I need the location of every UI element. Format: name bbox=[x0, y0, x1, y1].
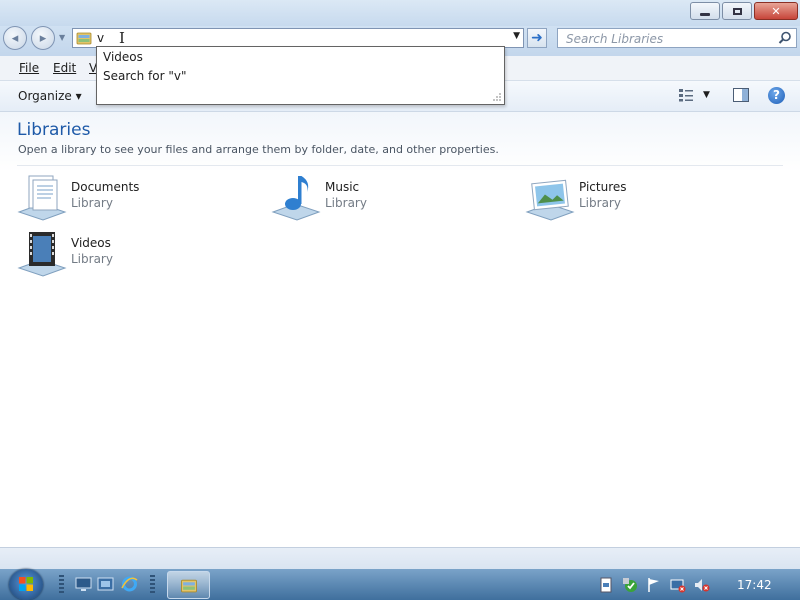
page-description: Open a library to see your files and arr… bbox=[18, 143, 499, 156]
action-center-flag-icon[interactable] bbox=[646, 577, 662, 593]
menu-file[interactable]: File bbox=[19, 61, 39, 75]
address-bar[interactable]: v I ▼ bbox=[72, 28, 524, 48]
go-button[interactable]: ➜ bbox=[527, 28, 547, 48]
taskbar-clock[interactable]: 17:42 bbox=[737, 578, 772, 592]
search-box[interactable]: Search Libraries bbox=[557, 28, 797, 48]
pictures-library-icon bbox=[525, 179, 575, 221]
view-options-dropdown-icon[interactable]: ▼ bbox=[703, 90, 710, 100]
menu-edit-label: Edit bbox=[53, 61, 77, 75]
change-view-icon[interactable] bbox=[678, 88, 694, 102]
library-name: Music bbox=[325, 180, 360, 194]
menu-edit[interactable]: Edit bbox=[53, 61, 76, 75]
switch-windows-icon[interactable] bbox=[97, 576, 114, 592]
title-bar bbox=[0, 0, 800, 26]
window-controls: ✕ bbox=[690, 2, 798, 20]
text-cursor-icon: I bbox=[119, 29, 125, 47]
libraries-folder-icon bbox=[181, 579, 197, 593]
library-type: Library bbox=[71, 252, 113, 266]
close-icon: ✕ bbox=[771, 4, 781, 18]
library-music[interactable]: Music Library bbox=[271, 174, 431, 224]
back-arrow-icon: ◂ bbox=[11, 30, 19, 46]
show-desktop-icon[interactable] bbox=[75, 576, 92, 592]
help-icon[interactable]: ? bbox=[768, 87, 785, 104]
minimize-button[interactable] bbox=[690, 2, 720, 20]
address-dropdown-icon[interactable]: ▼ bbox=[513, 31, 520, 41]
arrow-right-icon: ➜ bbox=[531, 30, 543, 46]
toolbar-grip[interactable] bbox=[150, 575, 155, 594]
minimize-icon bbox=[700, 12, 710, 16]
menu-file-label: File bbox=[19, 61, 40, 75]
windows-logo-icon bbox=[19, 577, 33, 591]
taskbar-windows-explorer-button[interactable] bbox=[167, 571, 210, 599]
network-disconnected-icon[interactable] bbox=[670, 577, 686, 593]
library-documents[interactable]: Documents Library bbox=[17, 174, 177, 224]
forward-button[interactable]: ▸ bbox=[31, 26, 55, 50]
forward-arrow-icon: ▸ bbox=[39, 30, 47, 46]
library-type: Library bbox=[579, 196, 621, 210]
close-button[interactable]: ✕ bbox=[754, 2, 798, 20]
back-button[interactable]: ◂ bbox=[3, 26, 27, 50]
library-type: Library bbox=[71, 196, 113, 210]
address-input[interactable]: v bbox=[97, 31, 104, 45]
restore-icon bbox=[732, 7, 742, 15]
security-check-icon[interactable] bbox=[622, 577, 638, 593]
restore-button[interactable] bbox=[722, 2, 752, 20]
library-name: Pictures bbox=[579, 180, 627, 194]
music-library-icon bbox=[271, 176, 321, 221]
videos-library-icon bbox=[17, 232, 67, 277]
library-type: Library bbox=[325, 196, 367, 210]
documents-library-icon bbox=[17, 175, 67, 221]
search-icon[interactable] bbox=[778, 31, 792, 45]
libraries-folder-icon bbox=[76, 32, 92, 45]
internet-explorer-icon[interactable] bbox=[121, 576, 138, 592]
divider bbox=[17, 165, 783, 166]
autocomplete-item-videos[interactable]: Videos bbox=[103, 50, 143, 64]
document-tray-icon[interactable] bbox=[598, 577, 614, 593]
library-name: Videos bbox=[71, 236, 111, 250]
library-name: Documents bbox=[71, 180, 140, 194]
volume-muted-icon[interactable] bbox=[694, 577, 710, 593]
address-autocomplete-dropdown: Videos Search for "v" bbox=[96, 46, 505, 105]
recent-pages-dropdown-icon[interactable]: ▼ bbox=[59, 33, 65, 42]
details-pane bbox=[0, 547, 800, 570]
resize-grip-icon[interactable] bbox=[492, 92, 502, 102]
preview-pane-icon[interactable] bbox=[733, 88, 749, 102]
library-pictures[interactable]: Pictures Library bbox=[525, 174, 685, 224]
toolbar-grip[interactable] bbox=[59, 575, 64, 594]
library-videos[interactable]: Videos Library bbox=[17, 230, 177, 280]
search-input[interactable]: Search Libraries bbox=[566, 32, 663, 46]
organize-button[interactable]: Organize ▾ bbox=[18, 89, 82, 103]
page-title: Libraries bbox=[17, 120, 91, 140]
autocomplete-item-search[interactable]: Search for "v" bbox=[103, 69, 187, 83]
